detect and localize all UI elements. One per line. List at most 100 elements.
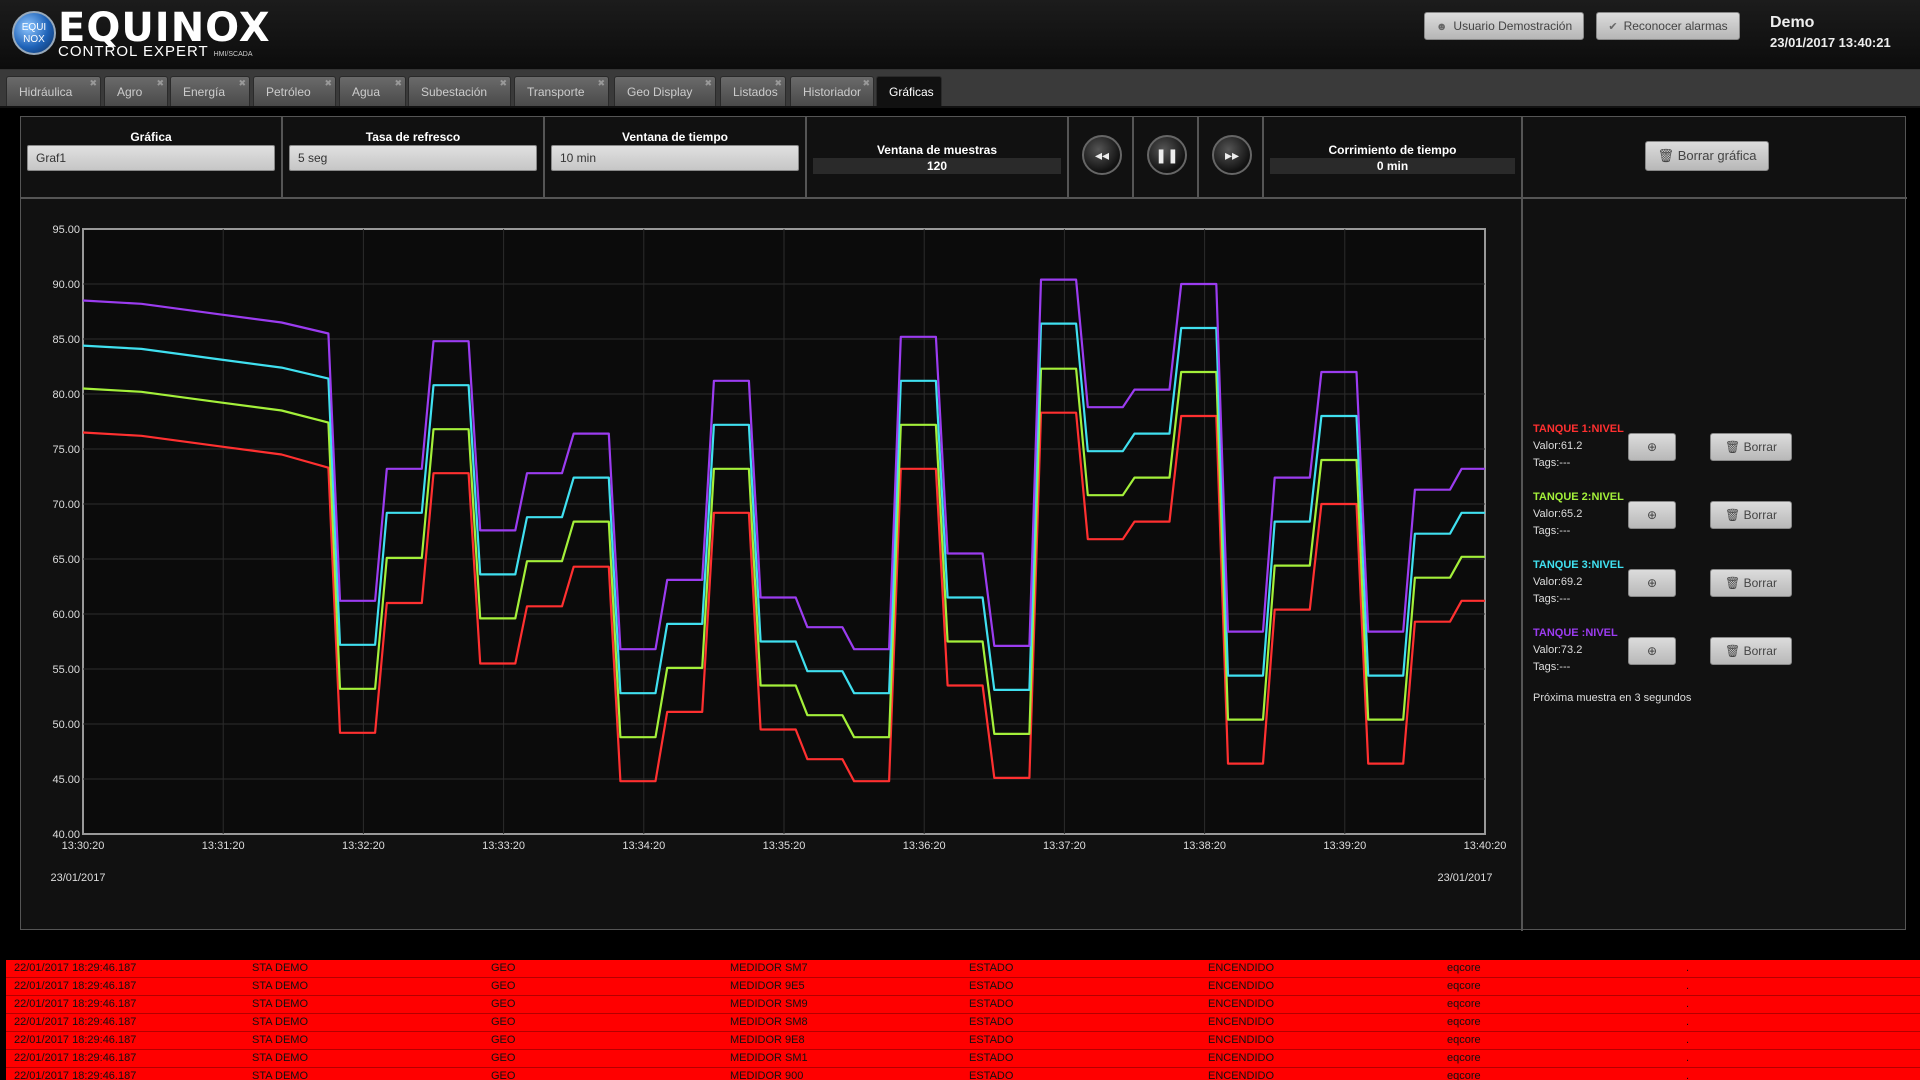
- close-icon[interactable]: ✖: [394, 68, 402, 98]
- alarm-cell: ENCENDIDO: [1208, 1034, 1275, 1046]
- alarm-row[interactable]: 22/01/2017 18:29:46.187 STA DEMO GEO MEDIDO…: [6, 996, 1920, 1014]
- close-icon[interactable]: ✖: [704, 68, 712, 98]
- tab-subestacion[interactable]: Subestación ✖: [408, 76, 511, 106]
- series-delete-button[interactable]: 🗑 Borrar: [1710, 569, 1792, 597]
- app-header: EQUI NOX EQUINOX CONTROL EXPERT HMI/SCAD…: [0, 0, 1920, 70]
- close-icon[interactable]: ✖: [238, 68, 246, 98]
- tab-label: Agro: [117, 85, 143, 99]
- sample-window-value: 120: [813, 158, 1061, 174]
- trash-icon: 🗑: [1725, 576, 1741, 590]
- tab-agua[interactable]: Agua ✖: [339, 76, 406, 106]
- alarm-row[interactable]: 22/01/2017 18:29:46.187 STA DEMO GEO MEDIDO…: [6, 978, 1920, 996]
- close-icon[interactable]: ✖: [499, 68, 507, 98]
- series-add-button[interactable]: ⊕: [1628, 637, 1676, 665]
- alarm-cell: eqcore: [1447, 980, 1481, 992]
- refresh-rate-select[interactable]: 5 seg: [289, 145, 537, 171]
- series-delete-label: Borrar: [1743, 644, 1777, 658]
- tab-transporte[interactable]: Transporte ✖: [514, 76, 609, 106]
- user-demo-button-label: Usuario Demostración: [1453, 19, 1573, 33]
- alarm-cell: eqcore: [1447, 962, 1481, 974]
- refresh-rate-label: Tasa de refresco: [365, 130, 461, 144]
- user-demo-button[interactable]: ☻ Usuario Demostración: [1424, 12, 1584, 40]
- alarm-cell: GEO: [491, 1052, 516, 1064]
- y-tick-label: 95.00: [52, 224, 80, 236]
- alarm-cell: ENCENDIDO: [1208, 1070, 1275, 1080]
- forward-button[interactable]: ▸▸: [1212, 135, 1252, 175]
- close-icon[interactable]: ✖: [324, 68, 332, 98]
- plus-circle-icon: ⊕: [1646, 644, 1658, 658]
- alarm-cell: GEO: [491, 998, 516, 1010]
- rewind-button[interactable]: ◂◂: [1082, 135, 1122, 175]
- tab-graficas[interactable]: Gráficas: [876, 76, 942, 106]
- trend-chart: 40.0045.0050.0055.0060.0065.0070.0075.00…: [50, 224, 1507, 884]
- tab-label: Subestación: [421, 85, 488, 99]
- series-delete-button[interactable]: 🗑 Borrar: [1710, 501, 1792, 529]
- clear-graph-button[interactable]: 🗑 Borrar gráfica: [1645, 141, 1769, 171]
- graph-selector-select[interactable]: Graf1: [27, 145, 275, 171]
- clear-graph-label: Borrar gráfica: [1677, 148, 1757, 163]
- time-shift-label: Corrimiento de tiempo: [1328, 143, 1457, 157]
- pause-button[interactable]: ❚❚: [1147, 135, 1187, 175]
- alarm-cell: GEO: [491, 962, 516, 974]
- alarm-cell: .: [1686, 1034, 1690, 1046]
- alarm-cell: .: [1686, 962, 1690, 974]
- alarm-cell: MEDIDOR 9E5: [730, 980, 805, 992]
- close-icon[interactable]: ✖: [597, 68, 605, 98]
- close-icon[interactable]: ✖: [156, 68, 164, 98]
- graph-selector-label: Gráfica: [130, 130, 172, 144]
- x-tick-label: 13:40:20: [1464, 840, 1507, 852]
- acknowledge-alarms-button[interactable]: ✔ Reconocer alarmas: [1596, 12, 1740, 40]
- y-tick-label: 65.00: [52, 554, 80, 566]
- y-tick-label: 80.00: [52, 389, 80, 401]
- series-delete-button[interactable]: 🗑 Borrar: [1710, 433, 1792, 461]
- close-icon[interactable]: ✖: [774, 68, 782, 98]
- tab-label: Listados: [733, 85, 778, 99]
- y-tick-label: 85.00: [52, 334, 80, 346]
- user-name: Demo: [1770, 14, 1815, 31]
- alarm-cell: ESTADO: [969, 1052, 1014, 1064]
- alarm-row[interactable]: 22/01/2017 18:29:46.187 STA DEMO GEO MEDIDO…: [6, 1032, 1920, 1050]
- tab-agro[interactable]: Agro ✖: [104, 76, 168, 106]
- plus-circle-icon: ⊕: [1646, 440, 1658, 454]
- sample-window-label: Ventana de muestras: [876, 143, 998, 157]
- alarm-cell: ENCENDIDO: [1208, 1016, 1275, 1028]
- series-add-button[interactable]: ⊕: [1628, 433, 1676, 461]
- alarm-row[interactable]: 22/01/2017 18:29:46.187 STA DEMO GEO MEDIDO…: [6, 960, 1920, 978]
- alarm-cell: .: [1686, 1016, 1690, 1028]
- tab-energia[interactable]: Energía ✖: [170, 76, 250, 106]
- alarm-cell: MEDIDOR 900: [730, 1070, 804, 1080]
- x-tick-label: 13:38:20: [1183, 840, 1226, 852]
- tab-hidraulica[interactable]: Hidráulica ✖: [6, 76, 101, 106]
- check-icon: ✔: [1608, 21, 1618, 33]
- tab-listados[interactable]: Listados ✖: [720, 76, 786, 106]
- close-icon[interactable]: ✖: [862, 68, 870, 98]
- time-window-label: Ventana de tiempo: [621, 130, 729, 144]
- tab-label: Gráficas: [889, 85, 934, 99]
- tab-petroleo[interactable]: Petróleo ✖: [253, 76, 336, 106]
- series-delete-label: Borrar: [1743, 576, 1777, 590]
- close-icon[interactable]: ✖: [89, 68, 97, 98]
- plus-circle-icon: ⊕: [1646, 576, 1658, 590]
- series-add-button[interactable]: ⊕: [1628, 569, 1676, 597]
- y-tick-label: 90.00: [52, 279, 80, 291]
- alarm-cell: STA DEMO: [252, 980, 309, 992]
- series-add-button[interactable]: ⊕: [1628, 501, 1676, 529]
- alarm-cell: ESTADO: [969, 998, 1014, 1010]
- alarm-row[interactable]: 22/01/2017 18:29:46.187 STA DEMO GEO MEDIDO…: [6, 1068, 1920, 1080]
- time-window-select[interactable]: 10 min: [551, 145, 799, 171]
- series-delete-button[interactable]: 🗑 Borrar: [1710, 637, 1792, 665]
- refresh-rate-group: Tasa de refresco 5 seg: [283, 117, 545, 197]
- alarm-row[interactable]: 22/01/2017 18:29:46.187 STA DEMO GEO MEDIDO…: [6, 1050, 1920, 1068]
- time-shift-group: Corrimiento de tiempo 0 min: [1264, 117, 1521, 197]
- logo-badge-top: EQUI: [21, 22, 47, 33]
- legend-item-tanque-2: TANQUE 2:NIVEL Valor:65.2 Tags:--- ⊕ 🗑 B…: [1533, 489, 1913, 553]
- tab-geo-display[interactable]: Geo Display ✖: [614, 76, 716, 106]
- x-tick-label: 13:35:20: [763, 840, 806, 852]
- rewind-icon: ◂◂: [1094, 147, 1110, 163]
- alarm-cell: ESTADO: [969, 1034, 1014, 1046]
- alarm-row[interactable]: 22/01/2017 18:29:46.187 STA DEMO GEO MEDIDO…: [6, 1014, 1920, 1032]
- tab-historiador[interactable]: Historiador ✖: [790, 76, 874, 106]
- logo-suffix: HMI/SCADA: [213, 51, 253, 58]
- alarm-cell: STA DEMO: [252, 1016, 309, 1028]
- alarm-cell: MEDIDOR SM7: [730, 962, 808, 974]
